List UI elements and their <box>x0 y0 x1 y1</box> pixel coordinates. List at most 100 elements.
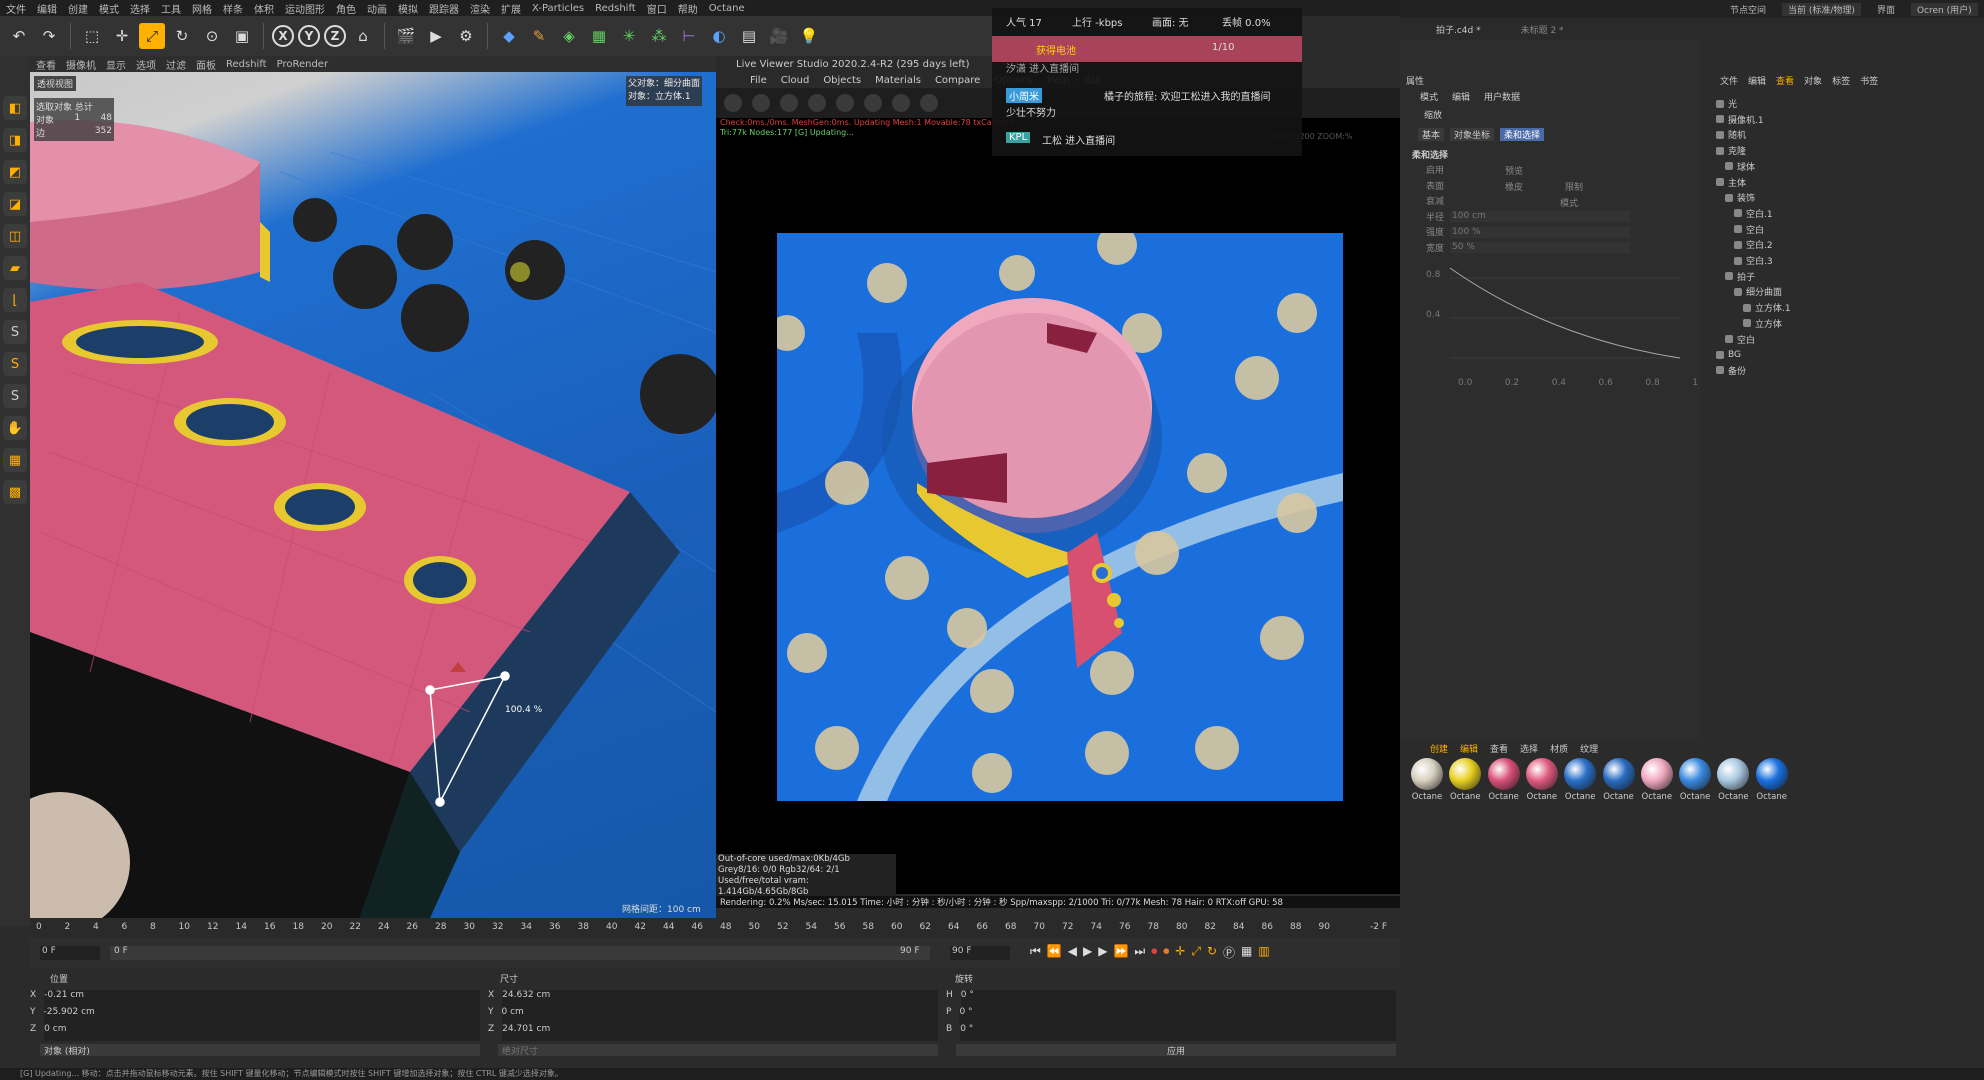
keyframe-icon[interactable]: ✛ <box>1175 944 1185 961</box>
object-tree-item[interactable]: 备份 <box>1716 363 1746 378</box>
mograph-icon[interactable]: ⁂ <box>646 23 672 49</box>
object-tree-item[interactable]: 装饰 <box>1725 190 1755 205</box>
menu-item[interactable]: Octane <box>709 3 745 14</box>
frame-start-field[interactable]: 0 F <box>40 946 100 960</box>
object-tree-item[interactable]: 光 <box>1716 96 1737 111</box>
rotate-tool-icon[interactable]: ↻ <box>169 23 195 49</box>
frame-end-field[interactable]: 90 F <box>950 946 1010 960</box>
scene-camera-icon[interactable]: 🎥 <box>766 23 792 49</box>
falloff-curve-graph[interactable] <box>1430 258 1690 368</box>
texture-tab[interactable]: 纹理 <box>1580 742 1598 755</box>
coord-mode-dropdown[interactable]: 对象 (相对) <box>40 1044 480 1057</box>
timeline-layout-icon[interactable]: ▥ <box>1258 944 1269 961</box>
live-viewer-menu-item[interactable]: Compare <box>935 75 980 86</box>
next-key-icon[interactable]: ⏩ <box>1113 944 1128 961</box>
point-mode-icon[interactable]: ◪ <box>3 192 27 216</box>
select-tool-icon[interactable]: ⬚ <box>79 23 105 49</box>
edit-tab[interactable]: 编辑 <box>1748 74 1766 87</box>
settings-icon[interactable] <box>724 94 742 112</box>
record-icon[interactable]: ⏺ <box>1151 944 1157 961</box>
preview-checkbox-label[interactable]: 预览 <box>1505 164 1523 177</box>
environment-icon[interactable]: ◐ <box>706 23 732 49</box>
menu-item[interactable]: 动画 <box>367 1 387 16</box>
cube-icon[interactable]: ◆ <box>496 23 522 49</box>
x-axis-lock-icon[interactable]: X <box>272 25 294 47</box>
file-tab[interactable]: 文件 <box>1720 74 1738 87</box>
pen-icon[interactable]: ✎ <box>526 23 552 49</box>
menu-item[interactable]: 选择 <box>130 1 150 16</box>
pause-icon[interactable] <box>780 94 798 112</box>
coordinate-system-icon[interactable]: ⌂ <box>350 23 376 49</box>
material-swatch[interactable]: Octane <box>1487 758 1521 808</box>
radius-field[interactable]: 100 cm <box>1450 211 1630 222</box>
viewport-menu-item[interactable]: 选项 <box>136 57 156 72</box>
gear-icon[interactable] <box>836 94 854 112</box>
effector-icon[interactable]: ✳ <box>616 23 642 49</box>
menu-item[interactable]: 创建 <box>68 1 88 16</box>
material-swatch[interactable]: Octane <box>1640 758 1674 808</box>
material-swatch[interactable]: Octane <box>1716 758 1750 808</box>
size-x-field[interactable]: 24.632 cm <box>502 990 938 1007</box>
restrict-checkbox-label[interactable]: 限制 <box>1565 180 1583 193</box>
enable-checkbox-label[interactable]: 启用 <box>1426 164 1444 180</box>
lock-icon[interactable] <box>864 94 882 112</box>
axis-mode-icon[interactable]: ⌊ <box>3 288 27 312</box>
size-y-field[interactable]: 0 cm <box>501 1007 938 1024</box>
object-tab[interactable]: 对象 <box>1804 74 1822 87</box>
render-region-icon[interactable]: 🎬 <box>393 23 419 49</box>
pla-key-icon[interactable]: ▦ <box>1241 944 1252 961</box>
live-select-icon[interactable]: ⊙ <box>199 23 225 49</box>
material-swatch[interactable]: Octane <box>1678 758 1712 808</box>
menu-item[interactable]: 运动图形 <box>285 1 325 16</box>
rotation-p-field[interactable]: 0 ° <box>959 1007 1396 1024</box>
surface-checkbox-label[interactable]: 表面 <box>1426 180 1444 196</box>
prev-key-icon[interactable]: ⏪ <box>1047 944 1062 961</box>
view-tab[interactable]: 查看 <box>1490 742 1508 755</box>
rubber-checkbox-label[interactable]: 橡皮 <box>1505 180 1523 193</box>
soft-selection-tab[interactable]: 柔和选择 <box>1500 128 1545 141</box>
edge-mode-icon[interactable]: ◫ <box>3 224 27 248</box>
position-z-field[interactable]: 0 cm <box>44 1024 480 1041</box>
live-viewer-menu-item[interactable]: Materials <box>875 75 921 86</box>
create-tab[interactable]: 创建 <box>1430 742 1448 755</box>
viewport-menu-item[interactable]: 显示 <box>106 57 126 72</box>
last-frame-icon[interactable]: ⏭ <box>1134 944 1145 961</box>
live-viewer-menu-item[interactable]: File <box>750 75 767 86</box>
material-swatch[interactable]: Octane <box>1410 758 1444 808</box>
position-y-field[interactable]: -25.902 cm <box>43 1007 480 1024</box>
width-field[interactable]: 50 % <box>1450 242 1630 253</box>
mode-tab[interactable]: 模式 <box>1420 90 1438 103</box>
recent-tool-icon[interactable]: ▣ <box>229 23 255 49</box>
apply-button[interactable]: 应用 <box>956 1044 1396 1057</box>
object-tree-item[interactable]: 立方体.1 <box>1743 300 1791 315</box>
object-tree-item[interactable]: BG <box>1716 347 1741 362</box>
menu-item[interactable]: 渲染 <box>470 1 490 16</box>
lock-workplane-icon[interactable]: ▩ <box>3 480 27 504</box>
polygon-mode-icon[interactable]: ▰ <box>3 256 27 280</box>
edit-tab[interactable]: 编辑 <box>1452 90 1470 103</box>
menu-item[interactable]: Redshift <box>595 3 636 14</box>
object-tree-item[interactable]: 随机 <box>1716 127 1746 142</box>
object-tree-item[interactable]: 克隆 <box>1716 143 1746 158</box>
select-tab[interactable]: 选择 <box>1520 742 1538 755</box>
rotation-h-field[interactable]: 0 ° <box>960 990 1396 1007</box>
grid-icon[interactable]: ▦ <box>3 448 27 472</box>
snap-settings-icon[interactable]: S <box>3 352 27 376</box>
tags-tab[interactable]: 标签 <box>1832 74 1850 87</box>
live-viewer-menu-item[interactable]: Cloud <box>781 75 810 86</box>
menu-item[interactable]: 帮助 <box>678 1 698 16</box>
material-swatch[interactable]: Octane <box>1602 758 1636 808</box>
object-tree-item[interactable]: 主体 <box>1716 175 1746 190</box>
menu-item[interactable]: 窗口 <box>647 1 667 16</box>
menu-item[interactable]: 网格 <box>192 1 212 16</box>
bookmarks-tab[interactable]: 书签 <box>1860 74 1878 87</box>
menu-item[interactable]: 角色 <box>336 1 356 16</box>
scale-key-icon[interactable]: ⤢ <box>1191 944 1201 961</box>
texture-mode-icon[interactable]: ◩ <box>3 160 27 184</box>
region-icon[interactable] <box>808 94 826 112</box>
undo-icon[interactable]: ↶ <box>6 23 32 49</box>
play-icon[interactable]: ▶ <box>1083 944 1092 961</box>
layout-dropdown[interactable]: Ocren (用户) <box>1910 2 1978 16</box>
menu-item[interactable]: 模式 <box>99 1 119 16</box>
render-view-icon[interactable]: ▶ <box>423 23 449 49</box>
